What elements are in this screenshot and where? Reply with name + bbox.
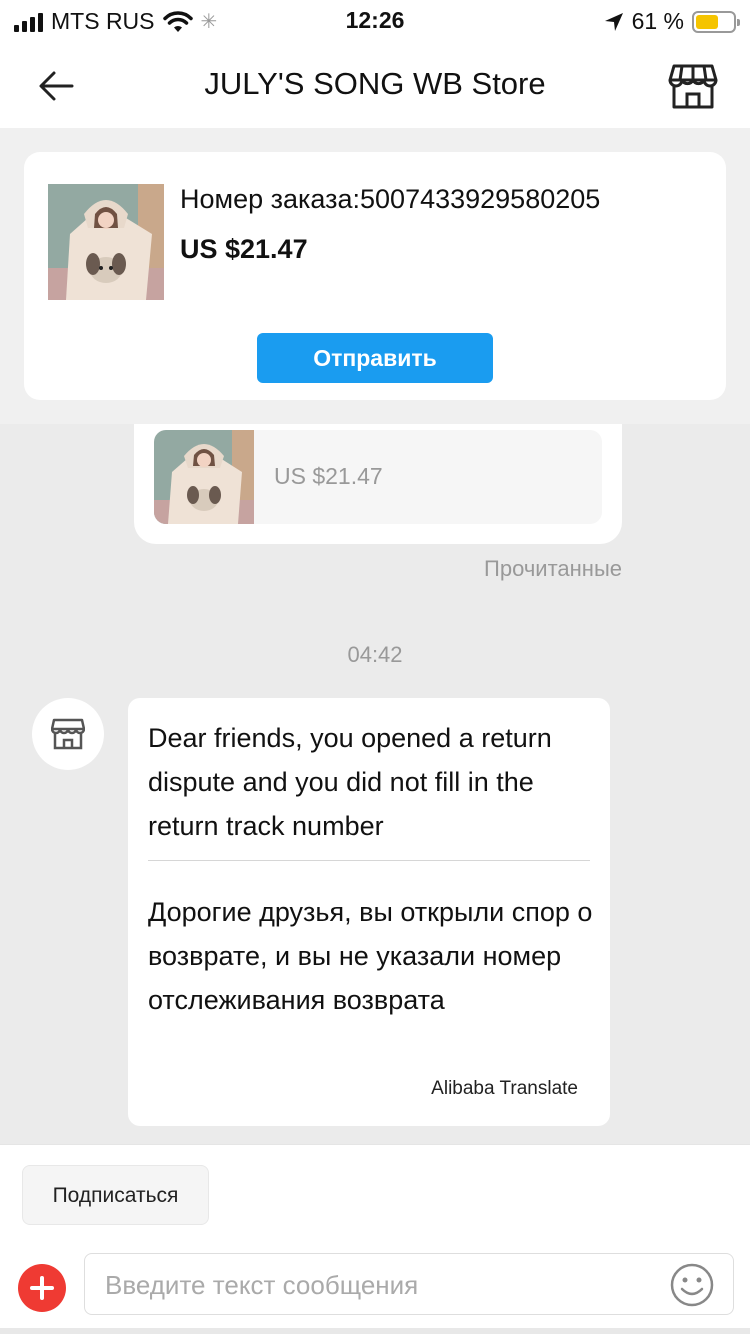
page-title: JULY'S SONG WB Store — [204, 66, 546, 101]
location-arrow-icon — [604, 12, 623, 31]
chat-area[interactable]: US $21.47 Прочитанные 04:42 Dear friends… — [0, 424, 750, 1144]
navigation-bar: JULY'S SONG WB Store — [0, 44, 750, 128]
send-order-button[interactable]: Отправить — [257, 333, 493, 383]
order-number: Номер заказа:5007433929580205 — [180, 184, 601, 214]
store-icon[interactable] — [668, 62, 718, 110]
store-awning-icon — [51, 718, 85, 750]
seller-avatar[interactable] — [32, 698, 104, 770]
emoji-smile-icon[interactable] — [669, 1262, 715, 1308]
plus-icon[interactable] — [18, 1264, 66, 1312]
product-thumbnail[interactable] — [48, 184, 164, 300]
message-input[interactable]: Введите текст сообщения — [84, 1253, 734, 1315]
status-right: 61 % — [604, 8, 740, 35]
order-price: US $21.47 — [180, 234, 308, 264]
status-bar: MTS RUS ✳ 12:26 61 % — [0, 0, 750, 44]
product-thumbnail — [154, 430, 254, 524]
product-card[interactable]: US $21.47 — [154, 430, 602, 524]
message-timestamp: 04:42 — [347, 642, 403, 667]
battery-percentage: 61 % — [631, 8, 684, 34]
back-arrow-icon[interactable] — [34, 64, 78, 108]
product-price: US $21.47 — [274, 463, 383, 489]
input-placeholder: Введите текст сообщения — [105, 1270, 419, 1300]
bottom-bar: Подписаться Введите текст сообщения — [0, 1144, 750, 1334]
message-text-original: Dear friends, you opened a return disput… — [148, 723, 552, 841]
order-section: Номер заказа:5007433929580205 US $21.47 … — [0, 128, 750, 424]
product-message-bubble[interactable]: US $21.47 — [134, 424, 622, 544]
read-status: Прочитанные — [484, 556, 622, 581]
translation-source-label: Alibaba Translate — [431, 1078, 578, 1099]
order-card: Номер заказа:5007433929580205 US $21.47 … — [24, 152, 726, 400]
battery-level — [696, 14, 718, 29]
message-text-translated: Дорогие друзья, вы открыли спор о возвра… — [148, 897, 593, 1015]
battery-icon — [692, 10, 740, 33]
subscribe-button[interactable]: Подписаться — [22, 1165, 209, 1225]
home-indicator — [0, 1328, 750, 1334]
seller-message-bubble[interactable]: Dear friends, you opened a return disput… — [128, 698, 610, 1126]
translation-divider — [148, 860, 590, 861]
